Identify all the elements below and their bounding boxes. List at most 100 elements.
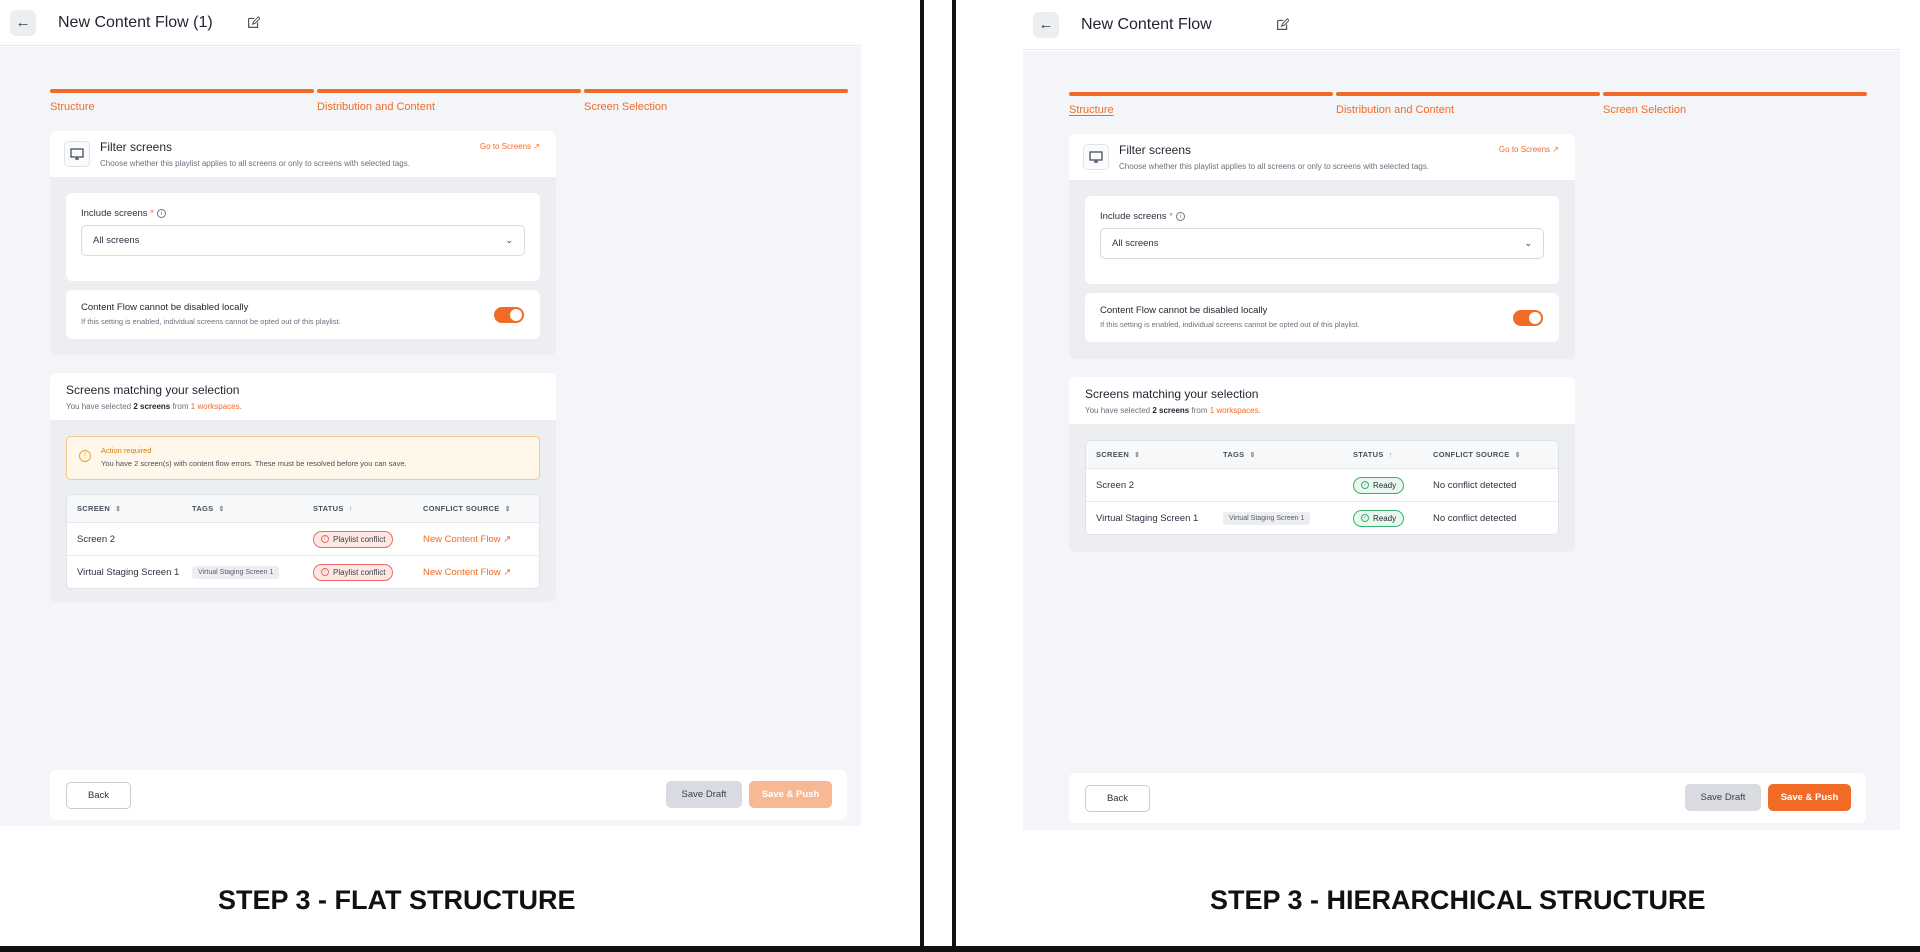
screens-table: SCREEN ⇕ TAGS ⇕ STATUS ↑ CONFLICT SOURCE ⇕ S… — [66, 494, 540, 589]
step-distribution[interactable]: Distribution and Content — [1336, 92, 1600, 116]
status-badge: ! Playlist conflict — [313, 563, 394, 581]
filter-subtitle: Choose whether this playlist applies to … — [100, 159, 410, 168]
col-screen[interactable]: SCREEN ⇕ — [67, 504, 192, 513]
content-area: Structure Distribution and Content Scree… — [1023, 51, 1900, 830]
include-screens-box: Include screens * i All screens ⌄ — [66, 193, 540, 281]
footer-bar: Back Save Draft Save & Push — [1069, 773, 1866, 823]
matching-header: Screens matching your selection You have… — [50, 373, 556, 420]
action-required-alert: ! Action required You have 2 screen(s) w… — [66, 436, 540, 480]
alert-icon: ! — [321, 535, 329, 543]
monitor-icon — [64, 141, 90, 167]
disable-locally-toggle[interactable] — [494, 307, 524, 323]
back-button[interactable]: Back — [66, 782, 131, 809]
workspaces-link[interactable]: 1 workspaces — [191, 402, 240, 411]
warning-icon: ! — [79, 450, 91, 462]
filter-header: Filter screens Choose whether this playl… — [50, 131, 556, 177]
conflict-source-link[interactable]: New Content Flow ↗ — [423, 534, 511, 545]
table-header: SCREEN ⇕ TAGS ⇕ STATUS ↑ CONFLICT SOURCE ⇕ — [67, 495, 539, 522]
include-screens-select[interactable]: All screens ⌄ — [81, 225, 525, 256]
chevron-down-icon: ⌄ — [1524, 238, 1532, 248]
filter-screens-card: Filter screens Choose whether this playl… — [1069, 134, 1575, 359]
external-link-icon: ↗ — [503, 566, 512, 578]
step-screen-selection[interactable]: Screen Selection — [584, 89, 848, 113]
conflict-source-link[interactable]: New Content Flow ↗ — [423, 567, 511, 578]
go-to-screens-link[interactable]: Go to Screens ↗ — [1499, 145, 1559, 154]
back-arrow-button[interactable]: ← — [1033, 11, 1059, 38]
step-label: Screen Selection — [584, 101, 668, 113]
alert-icon: ! — [321, 568, 329, 576]
step-structure[interactable]: Structure — [1069, 92, 1333, 116]
table-row[interactable]: Screen 2 ! Playlist conflict New Content … — [67, 522, 539, 555]
step-label: Distribution and Content — [1336, 104, 1455, 116]
tag-chip: Virtual Staging Screen 1 — [1223, 511, 1311, 525]
filter-screens-card: Filter screens Choose whether this playl… — [50, 131, 556, 355]
edit-icon[interactable] — [1276, 18, 1289, 31]
comparison-stage: ← New Content Flow (1) Structure Distrib… — [0, 0, 1920, 952]
monitor-icon — [1083, 144, 1109, 170]
external-link-icon: ↗ — [533, 142, 540, 151]
filter-title: Filter screens — [1119, 143, 1192, 157]
include-label: Include screens * i — [81, 208, 525, 219]
col-tags[interactable]: TAGS ⇕ — [192, 504, 313, 513]
save-draft-button[interactable]: Save Draft — [666, 781, 742, 808]
back-arrow-button[interactable]: ← — [10, 9, 36, 36]
toggle-subtitle: If this setting is enabled, individual s… — [1100, 320, 1360, 329]
check-icon: ✓ — [1361, 481, 1369, 489]
caption-flat: STEP 3 - FLAT STRUCTURE — [218, 885, 576, 915]
divider — [920, 0, 924, 952]
screens-matching-card: Screens matching your selection You have… — [50, 373, 556, 602]
alert-title: Action required — [101, 446, 152, 455]
table-header: SCREEN ⇕ TAGS ⇕ STATUS ↑ CONFLICT SOURCE ⇕ — [1086, 441, 1558, 468]
include-screens-select[interactable]: All screens ⌄ — [1100, 228, 1544, 259]
content-area: Structure Distribution and Content Scree… — [0, 47, 861, 826]
goto-label: Go to Screens — [1498, 145, 1551, 154]
sort-icon: ⇕ — [218, 506, 225, 513]
table-row[interactable]: Virtual Staging Screen 1 Virtual Staging… — [1086, 501, 1558, 534]
workspaces-link[interactable]: 1 workspaces — [1210, 406, 1259, 415]
col-screen[interactable]: SCREEN ⇕ — [1086, 450, 1223, 459]
back-button[interactable]: Back — [1085, 785, 1150, 812]
sort-icon: ⇕ — [115, 506, 122, 513]
screen-name: Screen 2 — [1096, 479, 1135, 491]
divider — [952, 0, 956, 952]
conflict-source: No conflict detected — [1433, 479, 1517, 491]
save-push-button[interactable]: Save & Push — [749, 781, 832, 808]
stepper: Structure Distribution and Content Scree… — [1069, 92, 1867, 116]
col-status[interactable]: STATUS ↑ — [313, 504, 423, 513]
step-structure[interactable]: Structure — [50, 89, 314, 113]
stepper: Structure Distribution and Content Scree… — [50, 89, 848, 113]
edit-icon[interactable] — [247, 16, 260, 29]
hierarchical-structure-panel: ← New Content Flow Structure Distributio… — [1023, 0, 1900, 830]
col-conflict-source[interactable]: CONFLICT SOURCE ⇕ — [1433, 450, 1521, 459]
conflict-source: No conflict detected — [1433, 512, 1517, 524]
toggle-title: Content Flow cannot be disabled locally — [81, 302, 249, 313]
disable-locally-toggle[interactable] — [1513, 310, 1543, 326]
table-row[interactable]: Virtual Staging Screen 1 Virtual Staging… — [67, 555, 539, 588]
external-link-icon: ↗ — [503, 533, 512, 545]
table-row[interactable]: Screen 2 ✓ Ready No conflict detected — [1086, 468, 1558, 501]
step-distribution[interactable]: Distribution and Content — [317, 89, 581, 113]
disable-locally-box: Content Flow cannot be disabled locally … — [1085, 293, 1559, 342]
toggle-title: Content Flow cannot be disabled locally — [1100, 305, 1268, 316]
goto-label: Go to Screens — [479, 142, 532, 151]
footer-bar: Back Save Draft Save & Push — [50, 770, 847, 820]
step-screen-selection[interactable]: Screen Selection — [1603, 92, 1867, 116]
status-badge: ✓ Ready — [1353, 509, 1405, 527]
tag-chip: Virtual Staging Screen 1 — [192, 565, 280, 579]
go-to-screens-link[interactable]: Go to Screens ↗ — [480, 142, 540, 151]
status-badge: ! Playlist conflict — [313, 530, 394, 548]
save-push-button[interactable]: Save & Push — [1768, 784, 1851, 811]
screen-name: Virtual Staging Screen 1 — [77, 566, 180, 578]
col-conflict-source[interactable]: CONFLICT SOURCE ⇕ — [423, 504, 511, 513]
matching-title: Screens matching your selection — [1085, 387, 1259, 401]
col-status[interactable]: STATUS ↑ — [1353, 450, 1433, 459]
include-label: Include screens * i — [1100, 211, 1544, 222]
chevron-down-icon: ⌄ — [505, 235, 513, 245]
page-title: New Content Flow (1) — [58, 13, 213, 31]
save-draft-button[interactable]: Save Draft — [1685, 784, 1761, 811]
check-icon: ✓ — [1361, 514, 1369, 522]
top-bar: ← New Content Flow (1) — [0, 0, 861, 46]
step-label: Structure — [1069, 104, 1114, 116]
filter-header: Filter screens Choose whether this playl… — [1069, 134, 1575, 180]
col-tags[interactable]: TAGS ⇕ — [1223, 450, 1353, 459]
